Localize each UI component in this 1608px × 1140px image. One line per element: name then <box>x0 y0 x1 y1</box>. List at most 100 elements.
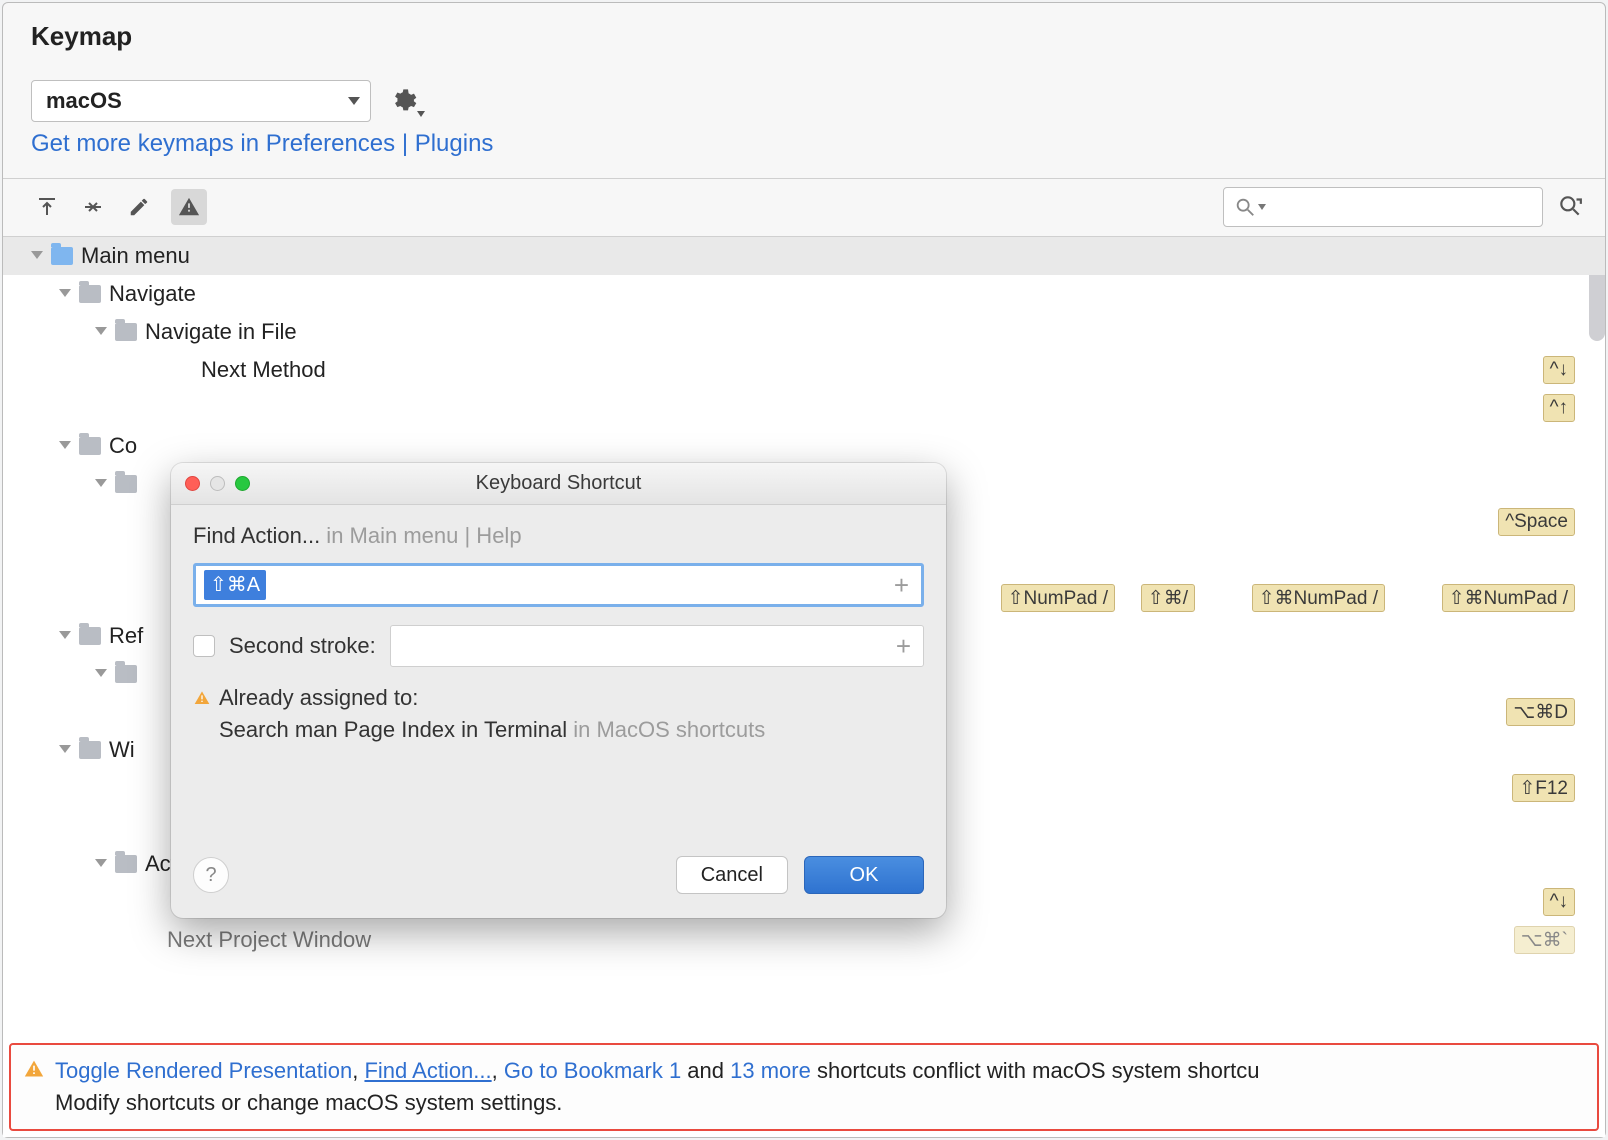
ok-button[interactable]: OK <box>804 856 924 894</box>
second-stroke-label: Second stroke: <box>229 633 376 659</box>
toolbar <box>3 179 1605 237</box>
shortcut-badge: ^↓ <box>1543 888 1575 916</box>
keymap-preferences-panel: Keymap macOS Get more keymaps in Prefere… <box>2 2 1606 1138</box>
folder-icon <box>115 855 137 873</box>
chevron-down-icon <box>1258 204 1266 210</box>
shortcut-badge: ⇧⌘/ <box>1141 584 1195 612</box>
dialog-action-line: Find Action... in Main menu | Help <box>193 523 924 549</box>
tree-label: Main menu <box>81 243 190 269</box>
chevron-down-icon <box>95 669 107 677</box>
dialog-titlebar[interactable]: Keyboard Shortcut <box>171 463 946 505</box>
page-title: Keymap <box>31 21 1577 52</box>
keyboard-shortcut-dialog: Keyboard Shortcut Find Action... in Main… <box>171 463 946 918</box>
shortcut-badge: ⇧NumPad / <box>1001 584 1115 612</box>
second-stroke-row: Second stroke: + <box>193 625 924 667</box>
chevron-down-icon <box>348 97 360 105</box>
tree-label: Co <box>109 433 137 459</box>
tree-label: Navigate <box>109 281 196 307</box>
tree-row-main-menu[interactable]: Main menu <box>3 237 1605 275</box>
shortcut-badge: ⇧⌘NumPad / <box>1252 584 1385 612</box>
tree-row-next-method[interactable]: Next Method ^↓ <box>3 351 1605 389</box>
conflict-link-more[interactable]: 13 more <box>730 1058 811 1083</box>
action-path: in Main menu | Help <box>320 523 521 548</box>
header: Keymap macOS Get more keymaps in Prefere… <box>3 3 1605 168</box>
chevron-down-icon <box>417 111 425 117</box>
tree-row-previous-method[interactable]: ^↑ <box>3 389 1605 427</box>
assigned-detail: Search man Page Index in Terminal in Mac… <box>193 717 924 743</box>
add-stroke-button[interactable]: + <box>892 631 915 662</box>
warning-icon <box>193 690 211 706</box>
folder-icon <box>79 627 101 645</box>
already-assigned-label: Already assigned to: <box>219 685 418 711</box>
conflict-line2: Modify shortcuts or change macOS system … <box>55 1090 562 1115</box>
tree-row-navigate[interactable]: Navigate <box>3 275 1605 313</box>
folder-icon <box>115 475 137 493</box>
find-shortcut-button[interactable] <box>1557 193 1585 221</box>
show-conflicts-button[interactable] <box>171 189 207 225</box>
edit-button[interactable] <box>125 193 153 221</box>
shortcut-badge: ⌥⌘` <box>1514 926 1575 954</box>
dialog-title: Keyboard Shortcut <box>171 472 946 495</box>
keymap-select[interactable]: macOS <box>31 80 371 122</box>
warning-icon <box>23 1059 45 1079</box>
search-icon <box>1234 196 1256 218</box>
assigned-action: Search man Page Index in Terminal <box>219 717 567 742</box>
chevron-down-icon <box>59 289 71 297</box>
shortcut-badge: ^Space <box>1498 508 1575 536</box>
tree-label: Ref <box>109 623 143 649</box>
chevron-down-icon <box>59 745 71 753</box>
second-stroke-input[interactable]: + <box>390 625 924 667</box>
action-name: Find Action... <box>193 523 320 548</box>
tree-row-next-project-window[interactable]: Next Project Window ⌥⌘` <box>3 921 1605 959</box>
folder-icon <box>115 323 137 341</box>
dialog-body: Find Action... in Main menu | Help ⇧⌘A +… <box>171 505 946 846</box>
shortcut-badge: ⇧⌘NumPad / <box>1442 584 1575 612</box>
chevron-down-icon <box>31 251 43 259</box>
tree-row-navigate-in-file[interactable]: Navigate in File <box>3 313 1605 351</box>
conflict-banner: Toggle Rendered Presentation, Find Actio… <box>9 1043 1599 1131</box>
help-icon: ? <box>205 864 216 887</box>
already-assigned-line: Already assigned to: <box>193 685 924 711</box>
dialog-footer: ? Cancel OK <box>171 846 946 918</box>
chevron-down-icon <box>95 327 107 335</box>
shortcut-badge: ^↓ <box>1543 356 1575 384</box>
folder-icon <box>79 285 101 303</box>
assigned-context: in MacOS shortcuts <box>567 717 765 742</box>
shortcut-badge: ⇧F12 <box>1512 774 1575 802</box>
folder-icon <box>79 437 101 455</box>
chevron-down-icon <box>59 631 71 639</box>
get-more-keymaps-link[interactable]: Get more keymaps in Preferences | Plugin… <box>31 130 493 158</box>
tree-label: Next Project Window <box>167 927 371 953</box>
collapse-all-button[interactable] <box>79 193 107 221</box>
chevron-down-icon <box>95 479 107 487</box>
gear-icon <box>389 87 417 115</box>
tree-label: Next Method <box>201 357 326 383</box>
folder-icon <box>115 665 137 683</box>
conflict-text: Toggle Rendered Presentation, Find Actio… <box>55 1055 1260 1119</box>
tree-label: Navigate in File <box>145 319 297 345</box>
conflict-link-1[interactable]: Toggle Rendered Presentation <box>55 1058 352 1083</box>
shortcut-badge: ^↑ <box>1543 394 1575 422</box>
conflict-link-3[interactable]: Go to Bookmark 1 <box>504 1058 681 1083</box>
shortcut-badge: ⌥⌘D <box>1506 698 1575 726</box>
tree-row-code[interactable]: Co <box>3 427 1605 465</box>
chevron-down-icon <box>95 859 107 867</box>
cancel-button[interactable]: Cancel <box>676 856 788 894</box>
first-stroke-value: ⇧⌘A <box>204 570 266 600</box>
expand-all-button[interactable] <box>33 193 61 221</box>
add-stroke-button[interactable]: + <box>890 570 913 601</box>
help-button[interactable]: ? <box>193 857 229 893</box>
second-stroke-checkbox[interactable] <box>193 635 215 657</box>
tree-label: Wi <box>109 737 135 763</box>
conflict-link-2[interactable]: Find Action... <box>364 1058 491 1083</box>
chevron-down-icon <box>59 441 71 449</box>
folder-icon <box>51 247 73 265</box>
first-stroke-input[interactable]: ⇧⌘A + <box>193 563 924 607</box>
search-input-wrapper[interactable] <box>1223 187 1543 227</box>
folder-icon <box>79 741 101 759</box>
keymap-select-value: macOS <box>46 88 122 114</box>
gear-button[interactable] <box>389 87 417 115</box>
warning-icon <box>178 196 200 218</box>
search-input[interactable] <box>1266 195 1532 218</box>
keymap-select-row: macOS <box>31 80 1577 122</box>
